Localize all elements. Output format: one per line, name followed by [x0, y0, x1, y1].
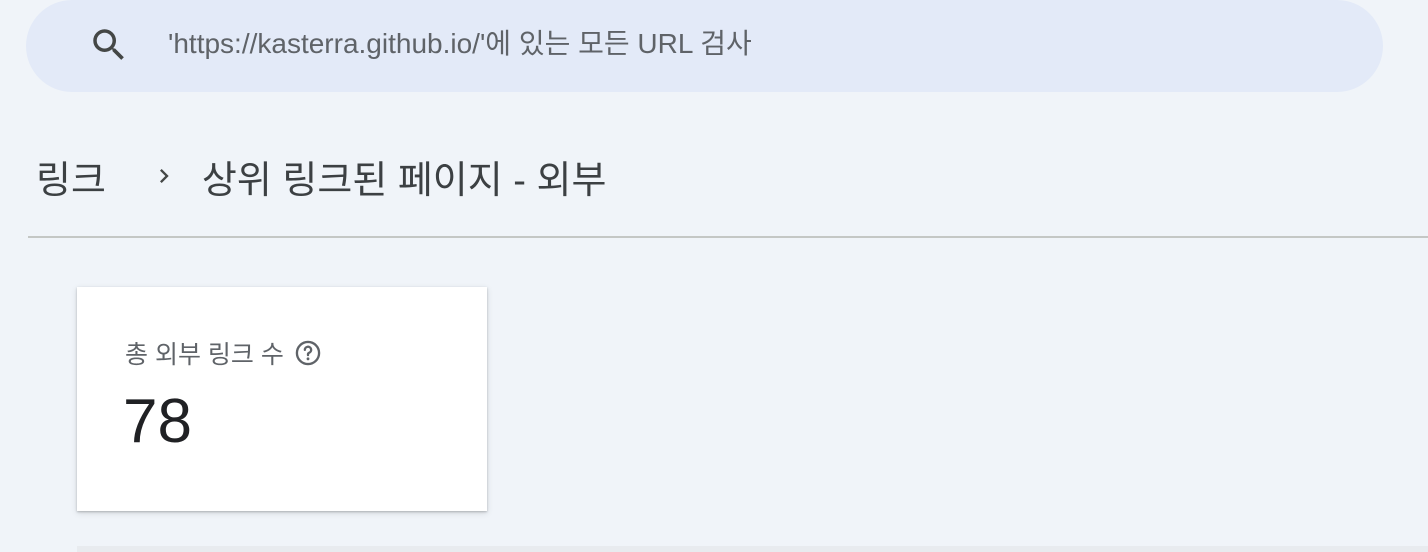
chevron-right-icon [159, 169, 169, 183]
summary-card-header: 총 외부 링크 수 [125, 335, 322, 371]
page-title: 상위 링크된 페이지 - 외부 [201, 159, 607, 202]
page: 링크 상위 링크된 페이지 - 외부 총 외부 링크 수 78 [0, 0, 1428, 552]
search-input[interactable] [168, 22, 1318, 66]
search-icon[interactable] [88, 24, 130, 66]
header-divider [28, 236, 1428, 238]
breadcrumb: 링크 상위 링크된 페이지 - 외부 [36, 148, 606, 204]
help-icon[interactable] [294, 339, 322, 367]
summary-card-label: 총 외부 링크 수 [125, 341, 284, 369]
next-card-edge [77, 546, 1428, 552]
breadcrumb-parent-link[interactable]: 링크 [36, 149, 106, 204]
search-bar[interactable] [26, 0, 1383, 92]
summary-card: 총 외부 링크 수 78 [77, 287, 487, 511]
summary-card-value: 78 [123, 387, 192, 456]
